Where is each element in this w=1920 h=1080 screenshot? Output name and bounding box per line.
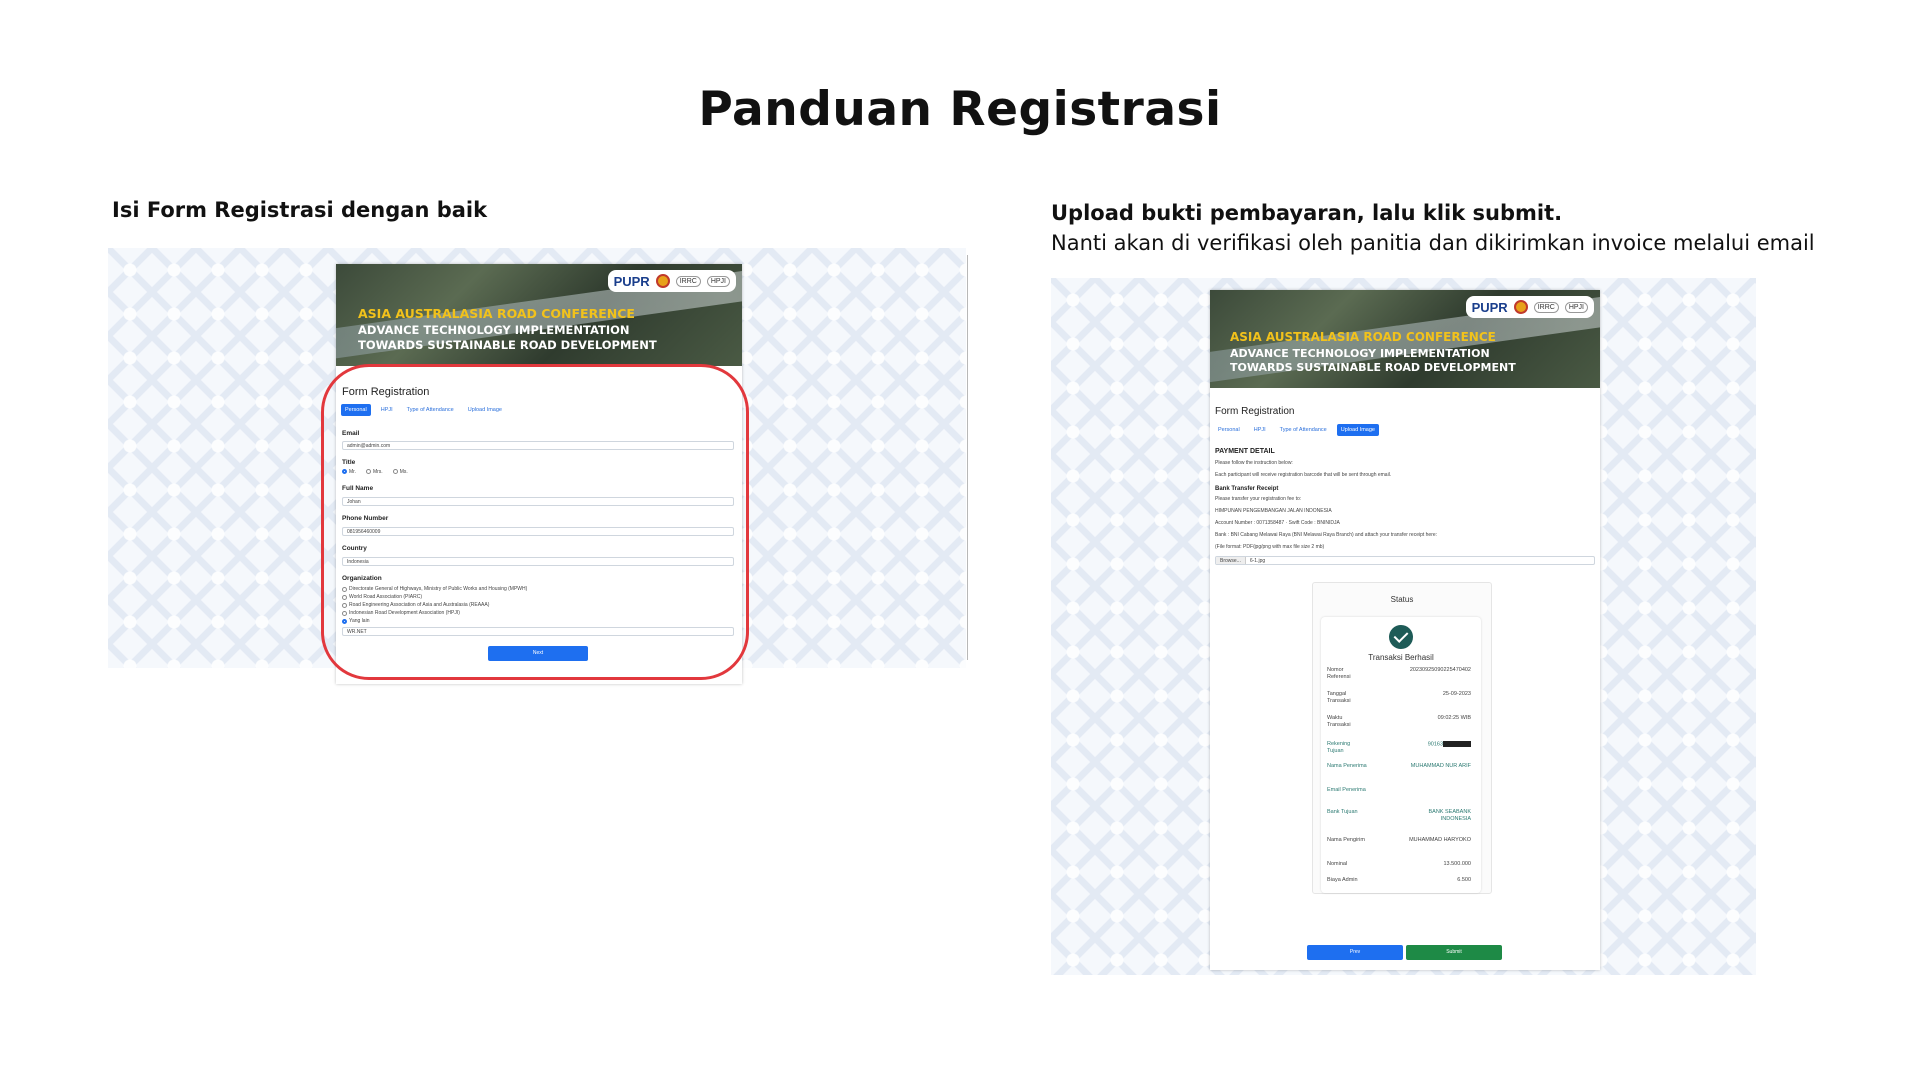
receipt-value: 25-09-2023: [1442, 691, 1471, 697]
payment-instruction: Please follow the instruction below:: [1215, 460, 1293, 466]
pupr-logo: PUPR: [613, 273, 650, 289]
bank-transfer-header: Bank Transfer Receipt: [1215, 486, 1279, 492]
receipt-key: Waktu Transaksi: [1327, 715, 1351, 728]
payment-detail-header: PAYMENT DETAIL: [1215, 448, 1275, 455]
irrc-logo: IRRC: [1533, 301, 1559, 313]
conference-logo-icon: [655, 274, 670, 288]
receipt-key: Nama Penerima: [1327, 763, 1367, 769]
status-card: Status Transaksi Berhasil Nomor Referens…: [1312, 582, 1492, 894]
right-screenshot: PUPR IRRC HPJI ASIA AUSTRALASIA ROAD CON…: [1210, 290, 1600, 970]
file-upload-field[interactable]: Browse... 6-1.jpg: [1215, 556, 1595, 565]
receipt-value: MUHAMMAD HARYOKO: [1409, 837, 1471, 843]
page-title: Panduan Registrasi: [698, 82, 1222, 137]
left-caption: Isi Form Registrasi dengan baik: [112, 198, 488, 222]
receipt-value: MUHAMMAD NUR ARIF: [1410, 763, 1471, 769]
banner-line1: ASIA AUSTRALASIA ROAD CONFERENCE: [358, 306, 635, 321]
receipt-key: Rekening Tujuan: [1327, 741, 1351, 754]
file-name: 6-1.jpg: [1249, 558, 1266, 564]
tab-type-of-attendance[interactable]: Type of Attendance: [1276, 424, 1331, 436]
masked-account: [1443, 741, 1471, 747]
right-caption: Upload bukti pembayaran, lalu klik submi…: [1051, 198, 1815, 258]
form-title: Form Registration: [1215, 406, 1295, 417]
banner-line3: TOWARDS SUSTAINABLE ROAD DEVELOPMENT: [1230, 361, 1516, 374]
bank-line-3: Account Number : 0071358487 · Swift Code…: [1215, 520, 1340, 526]
success-check-icon: [1389, 625, 1413, 649]
receipt-value: 20230925090225470402: [1409, 667, 1471, 673]
receipt-key: Nominal: [1327, 861, 1348, 867]
bank-line-4: Bank : BNI Cabang Melawai Raya (BNI Mela…: [1215, 532, 1438, 538]
hpji-logo: HPJI: [1564, 301, 1588, 313]
form-tabs: Personal HPJI Type of Attendance Upload …: [1214, 424, 1379, 436]
irrc-logo: IRRC: [675, 275, 701, 287]
right-banner: PUPR IRRC HPJI ASIA AUSTRALASIA ROAD CON…: [1210, 290, 1600, 388]
right-caption-bold: Upload bukti pembayaran, lalu klik submi…: [1051, 201, 1563, 225]
highlight-ring: [321, 364, 749, 680]
transaction-success-text: Transaksi Berhasil: [1368, 653, 1434, 662]
receipt-value: 13.500.000: [1443, 861, 1471, 867]
tab-upload-image[interactable]: Upload Image: [1336, 424, 1379, 436]
receipt-value: 09:02:25 WIB: [1437, 715, 1471, 721]
payment-note: Each participant will receive registrati…: [1215, 472, 1392, 478]
banner-line3: TOWARDS SUSTAINABLE ROAD DEVELOPMENT: [358, 338, 657, 352]
receipt-key: Nama Pengirim: [1327, 837, 1365, 843]
banner-line2: ADVANCE TECHNOLOGY IMPLEMENTATION: [358, 323, 630, 337]
prev-button[interactable]: Prev: [1307, 945, 1403, 960]
receipt-panel: Transaksi Berhasil Nomor Referensi 20230…: [1321, 617, 1481, 893]
receipt-key: Email Penerima: [1327, 787, 1366, 793]
receipt-key: Biaya Admin: [1327, 877, 1358, 883]
pupr-logo: PUPR: [1471, 299, 1508, 315]
banner-line1: ASIA AUSTRALASIA ROAD CONFERENCE: [1230, 330, 1496, 344]
receipt-value: 90163: [1401, 741, 1471, 748]
bank-line-1: Please transfer your registration fee to…: [1215, 496, 1302, 502]
bank-line-2: HIMPUNAN PENGEMBANGAN JALAN INDONESIA: [1215, 508, 1332, 514]
browse-button[interactable]: Browse...: [1216, 557, 1246, 564]
banner-line2: ADVANCE TECHNOLOGY IMPLEMENTATION: [1230, 347, 1490, 360]
tab-hpji[interactable]: HPJI: [1250, 424, 1270, 436]
bank-line-5: (File format: PDF/jpg/png with max file …: [1215, 544, 1325, 550]
receipt-value: 6.500: [1457, 877, 1471, 883]
conference-logo-icon: [1513, 300, 1528, 314]
status-title: Status: [1390, 595, 1414, 604]
left-banner: PUPR IRRC HPJI ASIA AUSTRALASIA ROAD CON…: [336, 264, 742, 366]
receipt-key: Bank Tujuan: [1327, 809, 1358, 815]
receipt-key: Tanggal Transaksi: [1327, 691, 1351, 704]
banner-logos: PUPR IRRC HPJI: [607, 270, 736, 292]
receipt-key: Nomor Referensi: [1327, 667, 1351, 680]
tab-personal[interactable]: Personal: [1214, 424, 1244, 436]
right-caption-text: Nanti akan di verifikasi oleh panitia da…: [1051, 231, 1815, 255]
receipt-value: BANK SEABANK INDONESIA: [1428, 809, 1472, 822]
hpji-logo: HPJI: [706, 275, 730, 287]
banner-logos: PUPR IRRC HPJI: [1465, 296, 1594, 318]
submit-button[interactable]: Submit: [1406, 945, 1502, 960]
left-divider: [967, 255, 968, 660]
